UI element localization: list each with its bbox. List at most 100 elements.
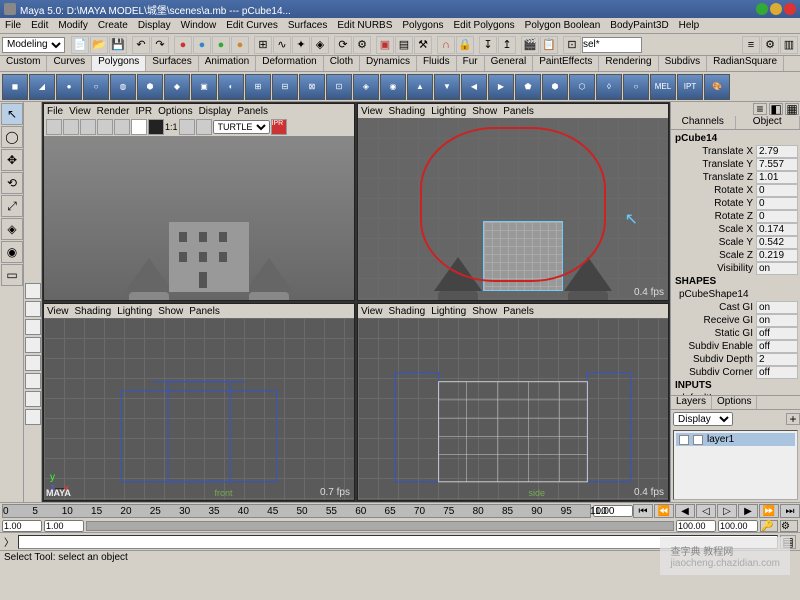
lock-icon[interactable]: 🔒 [456, 36, 474, 54]
rv-ipr-button[interactable]: IPR [271, 119, 287, 135]
shelf-button-14[interactable]: ◉ [380, 74, 406, 100]
rv-menu-options[interactable]: Options [158, 106, 192, 117]
shelf-button-0[interactable]: ◼ [2, 74, 28, 100]
shelf-button-1[interactable]: ◢ [29, 74, 55, 100]
attr-value[interactable]: on [756, 262, 798, 275]
shelf-button-18[interactable]: ▶ [488, 74, 514, 100]
maximize-button[interactable] [770, 3, 782, 15]
attr-value[interactable]: off [756, 340, 798, 353]
rv-options-icon[interactable] [179, 119, 195, 135]
ipr-icon[interactable]: ▤ [395, 36, 413, 54]
select-mask-icon[interactable]: ● [174, 36, 192, 54]
new-layer-icon[interactable]: + [786, 413, 800, 425]
shelf-button-7[interactable]: ▣ [191, 74, 217, 100]
shelf-button-22[interactable]: ◊ [596, 74, 622, 100]
shelf-button-13[interactable]: ◈ [353, 74, 379, 100]
shelf-tab-custom[interactable]: Custom [0, 56, 47, 71]
layer-row[interactable]: layer1 [676, 433, 795, 446]
range-start-field[interactable] [44, 520, 84, 532]
manip-tool[interactable]: ◈ [1, 218, 23, 240]
open-scene-icon[interactable]: 📂 [90, 36, 108, 54]
rv-menu-ipr[interactable]: IPR [135, 106, 152, 117]
shape-node[interactable]: pCubeShape14 [673, 288, 798, 301]
menu-modify[interactable]: Modify [53, 20, 92, 31]
menu-display[interactable]: Display [133, 20, 176, 31]
undo-icon[interactable]: ↶ [132, 36, 150, 54]
channel-box-icon[interactable]: ▥ [780, 36, 798, 54]
vp-menu-lighting[interactable]: Lighting [431, 106, 466, 117]
menu-window[interactable]: Window [176, 20, 222, 31]
select-mask3-icon[interactable]: ● [212, 36, 230, 54]
transform-node[interactable]: pCube14 [673, 132, 798, 145]
shelf-tab-fluids[interactable]: Fluids [417, 56, 457, 71]
shelf-tab-subdivs[interactable]: Subdivs [659, 56, 708, 71]
anim-start-field[interactable] [2, 520, 42, 532]
layer-type-checkbox[interactable] [693, 435, 703, 445]
auto-key-icon[interactable]: 🔑 [760, 520, 778, 532]
ipr2-icon[interactable]: 📋 [540, 36, 558, 54]
prefs-icon[interactable]: ⚙ [780, 520, 798, 532]
attr-value[interactable]: 0 [756, 210, 798, 223]
layout-persp[interactable] [25, 391, 41, 407]
shelf-button-10[interactable]: ⊟ [272, 74, 298, 100]
attr-value[interactable]: on [756, 314, 798, 327]
rv-snapshot-icon[interactable] [114, 119, 130, 135]
shelf-button-16[interactable]: ▼ [434, 74, 460, 100]
shelf-tab-polygons[interactable]: Polygons [92, 56, 146, 71]
shelf-button-26[interactable]: 🎨 [704, 74, 730, 100]
shelf-button-8[interactable]: ◐ [218, 74, 244, 100]
play-fwd-icon[interactable]: ▷ [717, 504, 737, 518]
layout-three[interactable] [25, 355, 41, 371]
shelf-button-5[interactable]: ⬢ [137, 74, 163, 100]
step-back-icon[interactable]: ⏪ [654, 504, 674, 518]
channel-icon[interactable]: ≡ [753, 103, 767, 115]
attr-value[interactable]: 2.79 [756, 145, 798, 158]
attr-value[interactable]: off [756, 327, 798, 340]
layout-two-h[interactable] [25, 319, 41, 335]
go-start-icon[interactable]: ⏮ [633, 504, 653, 518]
layout-single[interactable] [25, 283, 41, 299]
attr-value[interactable]: 0.219 [756, 249, 798, 262]
shelf-tab-radiansquare[interactable]: RadianSquare [707, 56, 784, 71]
menu-bodypaint3d[interactable]: BodyPaint3D [605, 20, 673, 31]
menu-polygon-boolean[interactable]: Polygon Boolean [520, 20, 606, 31]
quick-select-field[interactable] [582, 37, 642, 53]
rv-menu-panels[interactable]: Panels [237, 106, 268, 117]
shelf-tab-curves[interactable]: Curves [47, 56, 92, 71]
shelf-tab-surfaces[interactable]: Surfaces [146, 56, 198, 71]
channel-tab-object[interactable]: Object [736, 116, 800, 129]
layer-mode-select[interactable]: Display [673, 412, 733, 426]
rv-render-icon[interactable] [63, 119, 79, 135]
shelf-tab-fur[interactable]: Fur [457, 56, 485, 71]
vp-menu-lighting[interactable]: Lighting [117, 306, 152, 317]
front-viewport[interactable]: ViewShadingLightingShowPanels yz—x front… [43, 303, 355, 501]
attr-value[interactable]: off [756, 366, 798, 379]
save-scene-icon[interactable]: 💾 [109, 36, 127, 54]
lasso-tool[interactable]: ◯ [1, 126, 23, 148]
range-end-field[interactable] [676, 520, 716, 532]
vp-menu-show[interactable]: Show [472, 306, 497, 317]
layout-two-v[interactable] [25, 337, 41, 353]
shelf-tab-general[interactable]: General [485, 56, 534, 71]
menu-mode-selector[interactable]: Modeling [2, 37, 65, 53]
shelf-tab-cloth[interactable]: Cloth [324, 56, 360, 71]
vp-menu-shading[interactable]: Shading [75, 306, 112, 317]
anim-end-field[interactable] [718, 520, 758, 532]
vp-menu-panels[interactable]: Panels [503, 306, 534, 317]
vp-menu-shading[interactable]: Shading [389, 306, 426, 317]
rv-redo-icon[interactable] [46, 119, 62, 135]
magnet-icon[interactable]: ∩ [437, 36, 455, 54]
render-view-image[interactable] [44, 136, 354, 300]
timeline-ruler[interactable]: 0510152025303540455055606570758085909510… [2, 504, 591, 518]
menu-edit-curves[interactable]: Edit Curves [221, 20, 283, 31]
attr-value[interactable]: 0 [756, 184, 798, 197]
shelf-button-11[interactable]: ⊠ [299, 74, 325, 100]
new-scene-icon[interactable]: 📄 [71, 36, 89, 54]
attr-editor-icon[interactable]: ≡ [742, 36, 760, 54]
snap-point-icon[interactable]: ✦ [292, 36, 310, 54]
quick-select-icon[interactable]: ⊡ [563, 36, 581, 54]
snap-curve-icon[interactable]: ∿ [273, 36, 291, 54]
menu-help[interactable]: Help [674, 20, 705, 31]
layer-tab-layers[interactable]: Layers [671, 396, 712, 409]
rv-menu-view[interactable]: View [69, 106, 91, 117]
